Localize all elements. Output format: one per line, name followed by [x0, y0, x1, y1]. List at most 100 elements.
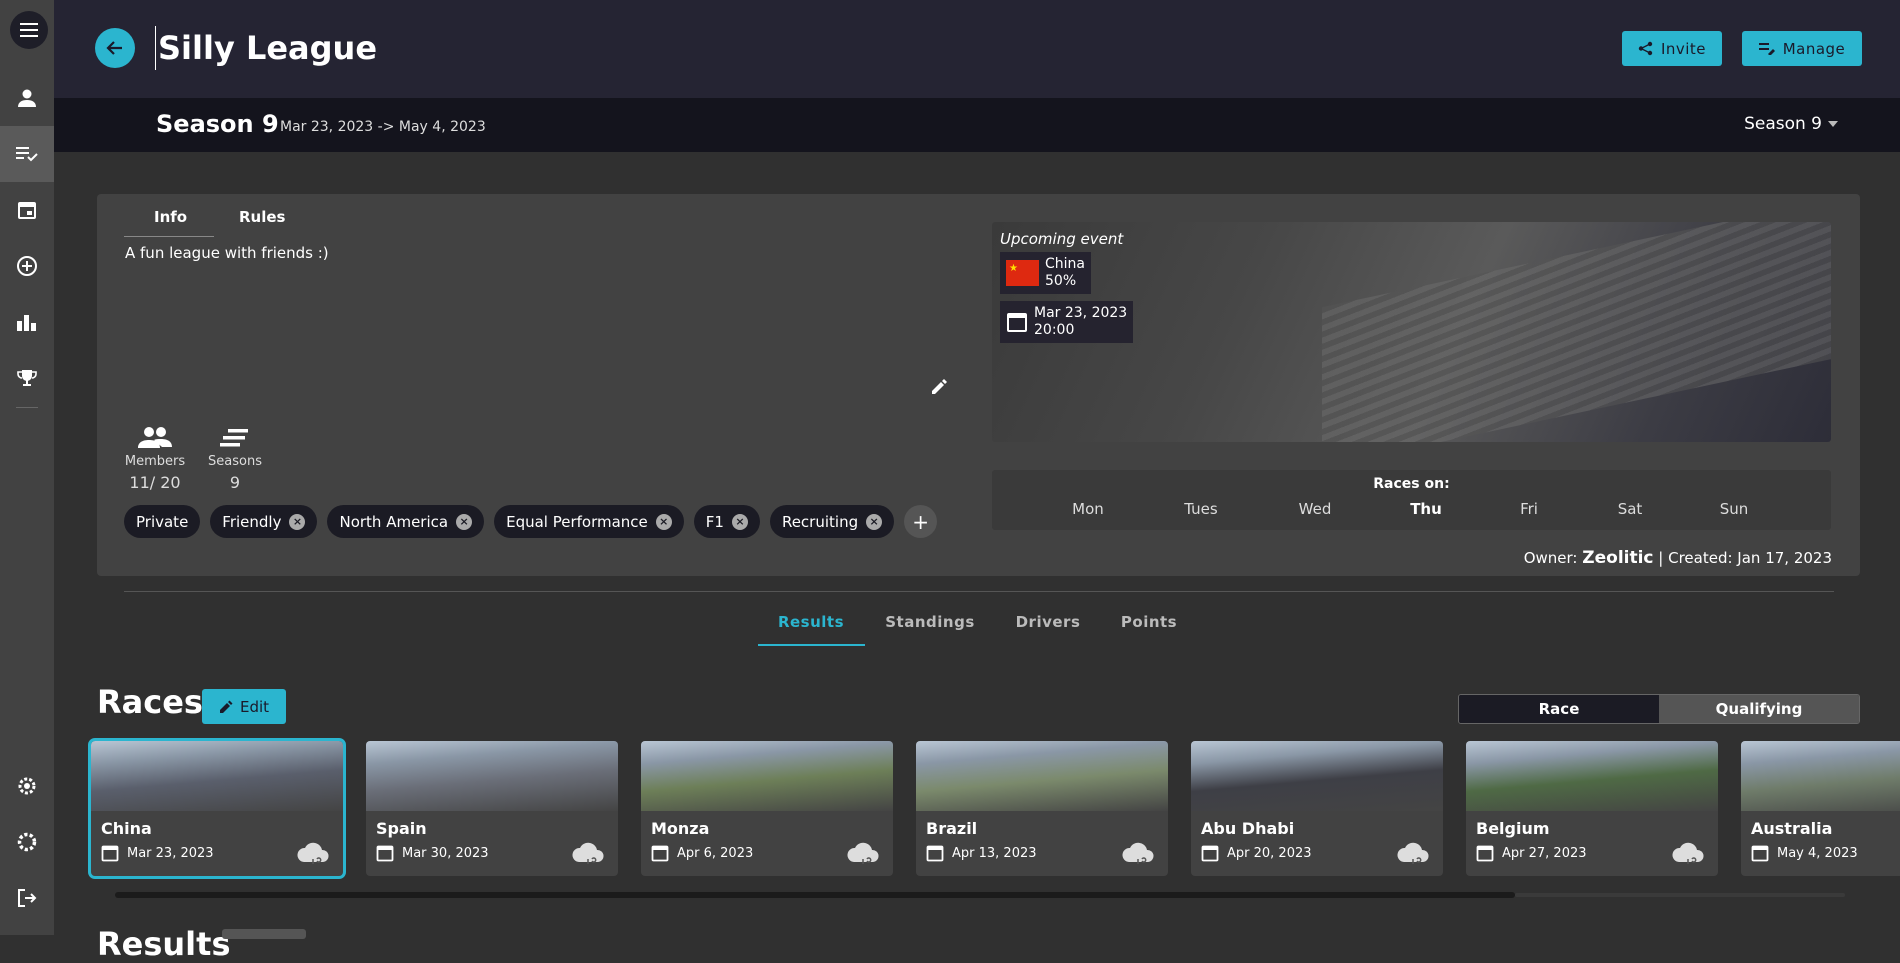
race-card-monza[interactable]: Monza Apr 6, 2023	[641, 741, 893, 876]
day-tues: Tues	[1184, 500, 1218, 518]
calendar-icon[interactable]	[0, 182, 54, 238]
owner-info: Owner: Zeolitic | Created: Jan 17, 2023	[1524, 548, 1832, 568]
track-thumbnail	[1741, 741, 1900, 811]
add-circle-icon[interactable]	[0, 238, 54, 294]
seasons-stat: Seasons 9	[205, 426, 265, 492]
horizontal-scrollbar-thumb[interactable]	[115, 892, 1515, 898]
event-time: 20:00	[1034, 322, 1075, 338]
checklist-icon[interactable]	[0, 126, 54, 182]
race-card-belgium[interactable]: Belgium Apr 27, 2023	[1466, 741, 1718, 876]
calendar-icon	[1201, 845, 1219, 862]
settings-icon[interactable]	[0, 814, 54, 870]
race-type-toggle: Race Qualifying	[1458, 694, 1860, 724]
add-tag-button[interactable]: +	[904, 505, 938, 538]
track-thumbnail	[641, 741, 893, 811]
person-icon[interactable]	[0, 70, 54, 126]
tag-north-america[interactable]: North America ×	[327, 505, 485, 538]
edit-description-icon[interactable]	[929, 377, 949, 401]
arrow-left-icon	[106, 41, 122, 55]
tag-recruiting[interactable]: Recruiting ×	[769, 505, 895, 538]
menu-icon[interactable]	[10, 11, 48, 49]
race-date-row: Apr 6, 2023	[651, 844, 753, 862]
tag-equal-performance[interactable]: Equal Performance ×	[494, 505, 684, 538]
created-date: | Created: Jan 17, 2023	[1658, 549, 1832, 567]
calendar-icon	[1476, 845, 1494, 862]
season-selector[interactable]: Season 9	[1744, 114, 1838, 134]
track-thumbnail	[916, 741, 1168, 811]
race-date: Apr 27, 2023	[1502, 845, 1587, 861]
pencil-icon	[219, 700, 233, 713]
calendar-icon	[926, 845, 944, 862]
remove-tag-icon[interactable]: ×	[731, 513, 748, 530]
tab-drivers[interactable]: Drivers	[1016, 613, 1081, 631]
help-gear-icon[interactable]	[0, 758, 54, 814]
remove-tag-icon[interactable]: ×	[655, 513, 672, 530]
back-button[interactable]	[95, 28, 135, 68]
race-card-spain[interactable]: Spain Mar 30, 2023	[366, 741, 618, 876]
league-title[interactable]: Silly League	[155, 26, 377, 70]
members-stat: Members 11/ 20	[124, 426, 186, 492]
results-section-title: Results	[97, 925, 231, 963]
tag-label: Private	[136, 512, 189, 531]
race-name: Belgium	[1476, 819, 1550, 838]
day-thu: Thu	[1410, 500, 1442, 518]
event-date-box: Mar 23, 2023 20:00	[1000, 301, 1134, 343]
calendar-icon	[1007, 313, 1027, 332]
tag-friendly[interactable]: Friendly ×	[210, 505, 318, 538]
tag-label: North America	[339, 512, 449, 531]
nav-rail	[0, 0, 54, 935]
weather-cloud-icon	[572, 842, 604, 864]
track-thumbnail	[366, 741, 618, 811]
race-name: Spain	[376, 819, 427, 838]
race-date-row: Apr 13, 2023	[926, 844, 1037, 862]
edit-races-button[interactable]: Edit	[202, 689, 286, 724]
event-track-box: China 50%	[1000, 252, 1091, 294]
tag-f1[interactable]: F1 ×	[693, 505, 760, 538]
remove-tag-icon[interactable]: ×	[289, 513, 306, 530]
calendar-icon	[651, 845, 669, 862]
race-name: Monza	[651, 819, 710, 838]
calendar-icon	[101, 845, 119, 862]
share-icon	[1638, 41, 1653, 56]
tab-standings[interactable]: Standings	[885, 613, 975, 631]
race-date-row: May 4, 2023	[1751, 844, 1858, 862]
toggle-race[interactable]: Race	[1459, 695, 1659, 723]
bar-chart-icon[interactable]	[0, 294, 54, 350]
owner-name[interactable]: Zeolitic	[1582, 548, 1653, 568]
results-edit-button[interactable]	[222, 929, 306, 939]
trophy-icon[interactable]	[0, 350, 54, 406]
invite-button[interactable]: Invite	[1622, 31, 1722, 66]
upcoming-event-panel[interactable]: Upcoming event China 50% Mar 23, 2023 20…	[992, 222, 1831, 442]
remove-tag-icon[interactable]: ×	[456, 513, 473, 530]
weather-cloud-icon	[1397, 842, 1429, 864]
season-selector-value: Season 9	[1744, 114, 1822, 134]
race-card-abu-dhabi[interactable]: Abu Dhabi Apr 20, 2023	[1191, 741, 1443, 876]
manage-button[interactable]: Manage	[1742, 31, 1862, 66]
invite-label: Invite	[1660, 39, 1707, 58]
race-card-brazil[interactable]: Brazil Apr 13, 2023	[916, 741, 1168, 876]
tab-points[interactable]: Points	[1121, 613, 1177, 631]
weather-cloud-icon	[297, 842, 329, 864]
tag-label: Equal Performance	[506, 512, 648, 531]
races-on-panel: Races on: Mon Tues Wed Thu Fri Sat Sun	[992, 470, 1831, 530]
remove-tag-icon[interactable]: ×	[866, 513, 883, 530]
tab-rules[interactable]: Rules	[239, 208, 285, 226]
race-card-australia[interactable]: Australia May 4, 2023	[1741, 741, 1900, 876]
manage-label: Manage	[1782, 39, 1846, 58]
tab-info[interactable]: Info	[154, 208, 187, 226]
races-on-title: Races on:	[1373, 476, 1450, 492]
weather-cloud-icon	[847, 842, 879, 864]
event-track: China	[1045, 256, 1085, 272]
tag-label: F1	[705, 512, 724, 531]
tag-private[interactable]: Private	[124, 505, 201, 538]
track-thumbnail	[91, 741, 343, 811]
logout-icon[interactable]	[0, 870, 54, 926]
race-date: Mar 23, 2023	[127, 845, 214, 861]
toggle-qualifying[interactable]: Qualifying	[1659, 695, 1859, 723]
race-name: Australia	[1751, 819, 1833, 838]
day-sun: Sun	[1719, 500, 1749, 518]
tab-results[interactable]: Results	[778, 613, 844, 631]
day-fri: Fri	[1520, 500, 1538, 518]
races-title: Races	[97, 683, 203, 721]
race-card-china[interactable]: China Mar 23, 2023	[88, 738, 346, 879]
